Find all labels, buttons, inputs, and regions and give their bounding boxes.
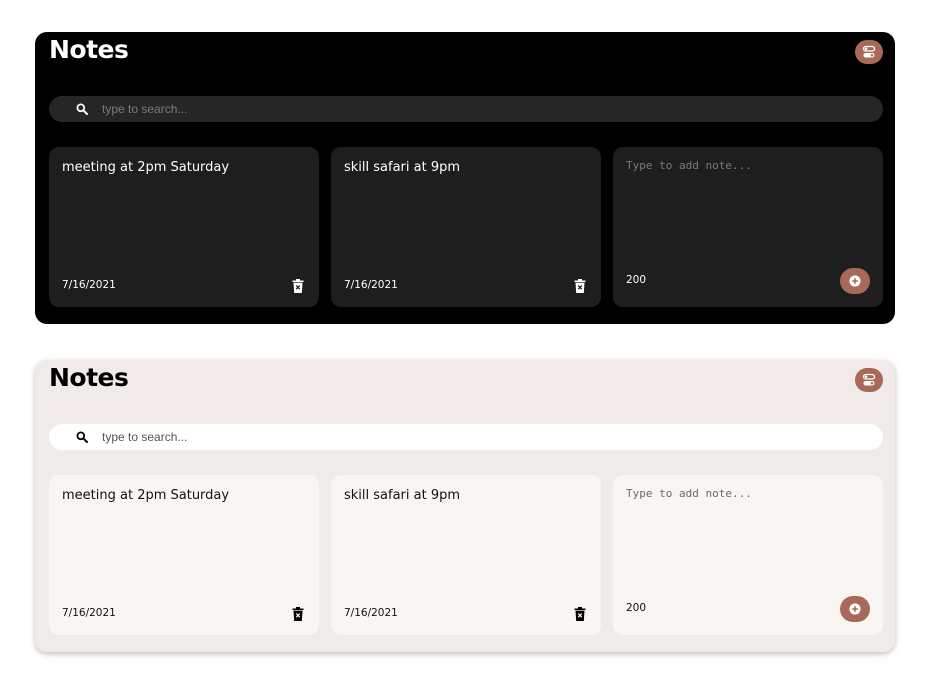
app-title: Notes [49,35,129,64]
trash-icon[interactable] [292,279,304,293]
characters-remaining: 200 [626,274,647,286]
note-date: 7/16/2021 [344,607,398,619]
notes-app-light: Notes meeting at 2pm Saturday 7/16/2021 [35,360,895,652]
note-date: 7/16/2021 [344,279,398,291]
save-note-button[interactable] [840,596,870,622]
characters-remaining: 200 [626,602,647,614]
search-bar [49,424,883,450]
note-card: meeting at 2pm Saturday 7/16/2021 [49,147,319,307]
note-text: meeting at 2pm Saturday [62,488,230,503]
note-text: skill safari at 9pm [344,160,461,175]
search-input[interactable] [102,102,822,116]
note-card: skill safari at 9pm 7/16/2021 [331,147,601,307]
note-text: skill safari at 9pm [344,488,461,503]
search-bar [49,96,883,122]
new-note-card: 200 [613,147,883,307]
plus-circle-icon [849,275,861,287]
new-note-textarea[interactable] [626,159,870,259]
trash-icon[interactable] [574,279,586,293]
new-note-card: 200 [613,475,883,635]
note-text: meeting at 2pm Saturday [62,160,230,175]
note-date: 7/16/2021 [62,279,116,291]
toggle-icon [862,45,876,58]
app-title: Notes [49,363,129,392]
search-icon [76,431,88,443]
trash-icon[interactable] [292,607,304,621]
plus-circle-icon [849,603,861,615]
note-date: 7/16/2021 [62,607,116,619]
theme-toggle-button[interactable] [855,368,883,392]
trash-icon[interactable] [574,607,586,621]
theme-toggle-button[interactable] [855,40,883,64]
note-card: meeting at 2pm Saturday 7/16/2021 [49,475,319,635]
toggle-icon [862,373,876,386]
note-card: skill safari at 9pm 7/16/2021 [331,475,601,635]
save-note-button[interactable] [840,268,870,294]
new-note-textarea[interactable] [626,487,870,587]
search-icon [76,103,88,115]
notes-app-dark: Notes meeting at 2pm Saturday 7/16/2021 [35,32,895,324]
search-input[interactable] [102,430,822,444]
